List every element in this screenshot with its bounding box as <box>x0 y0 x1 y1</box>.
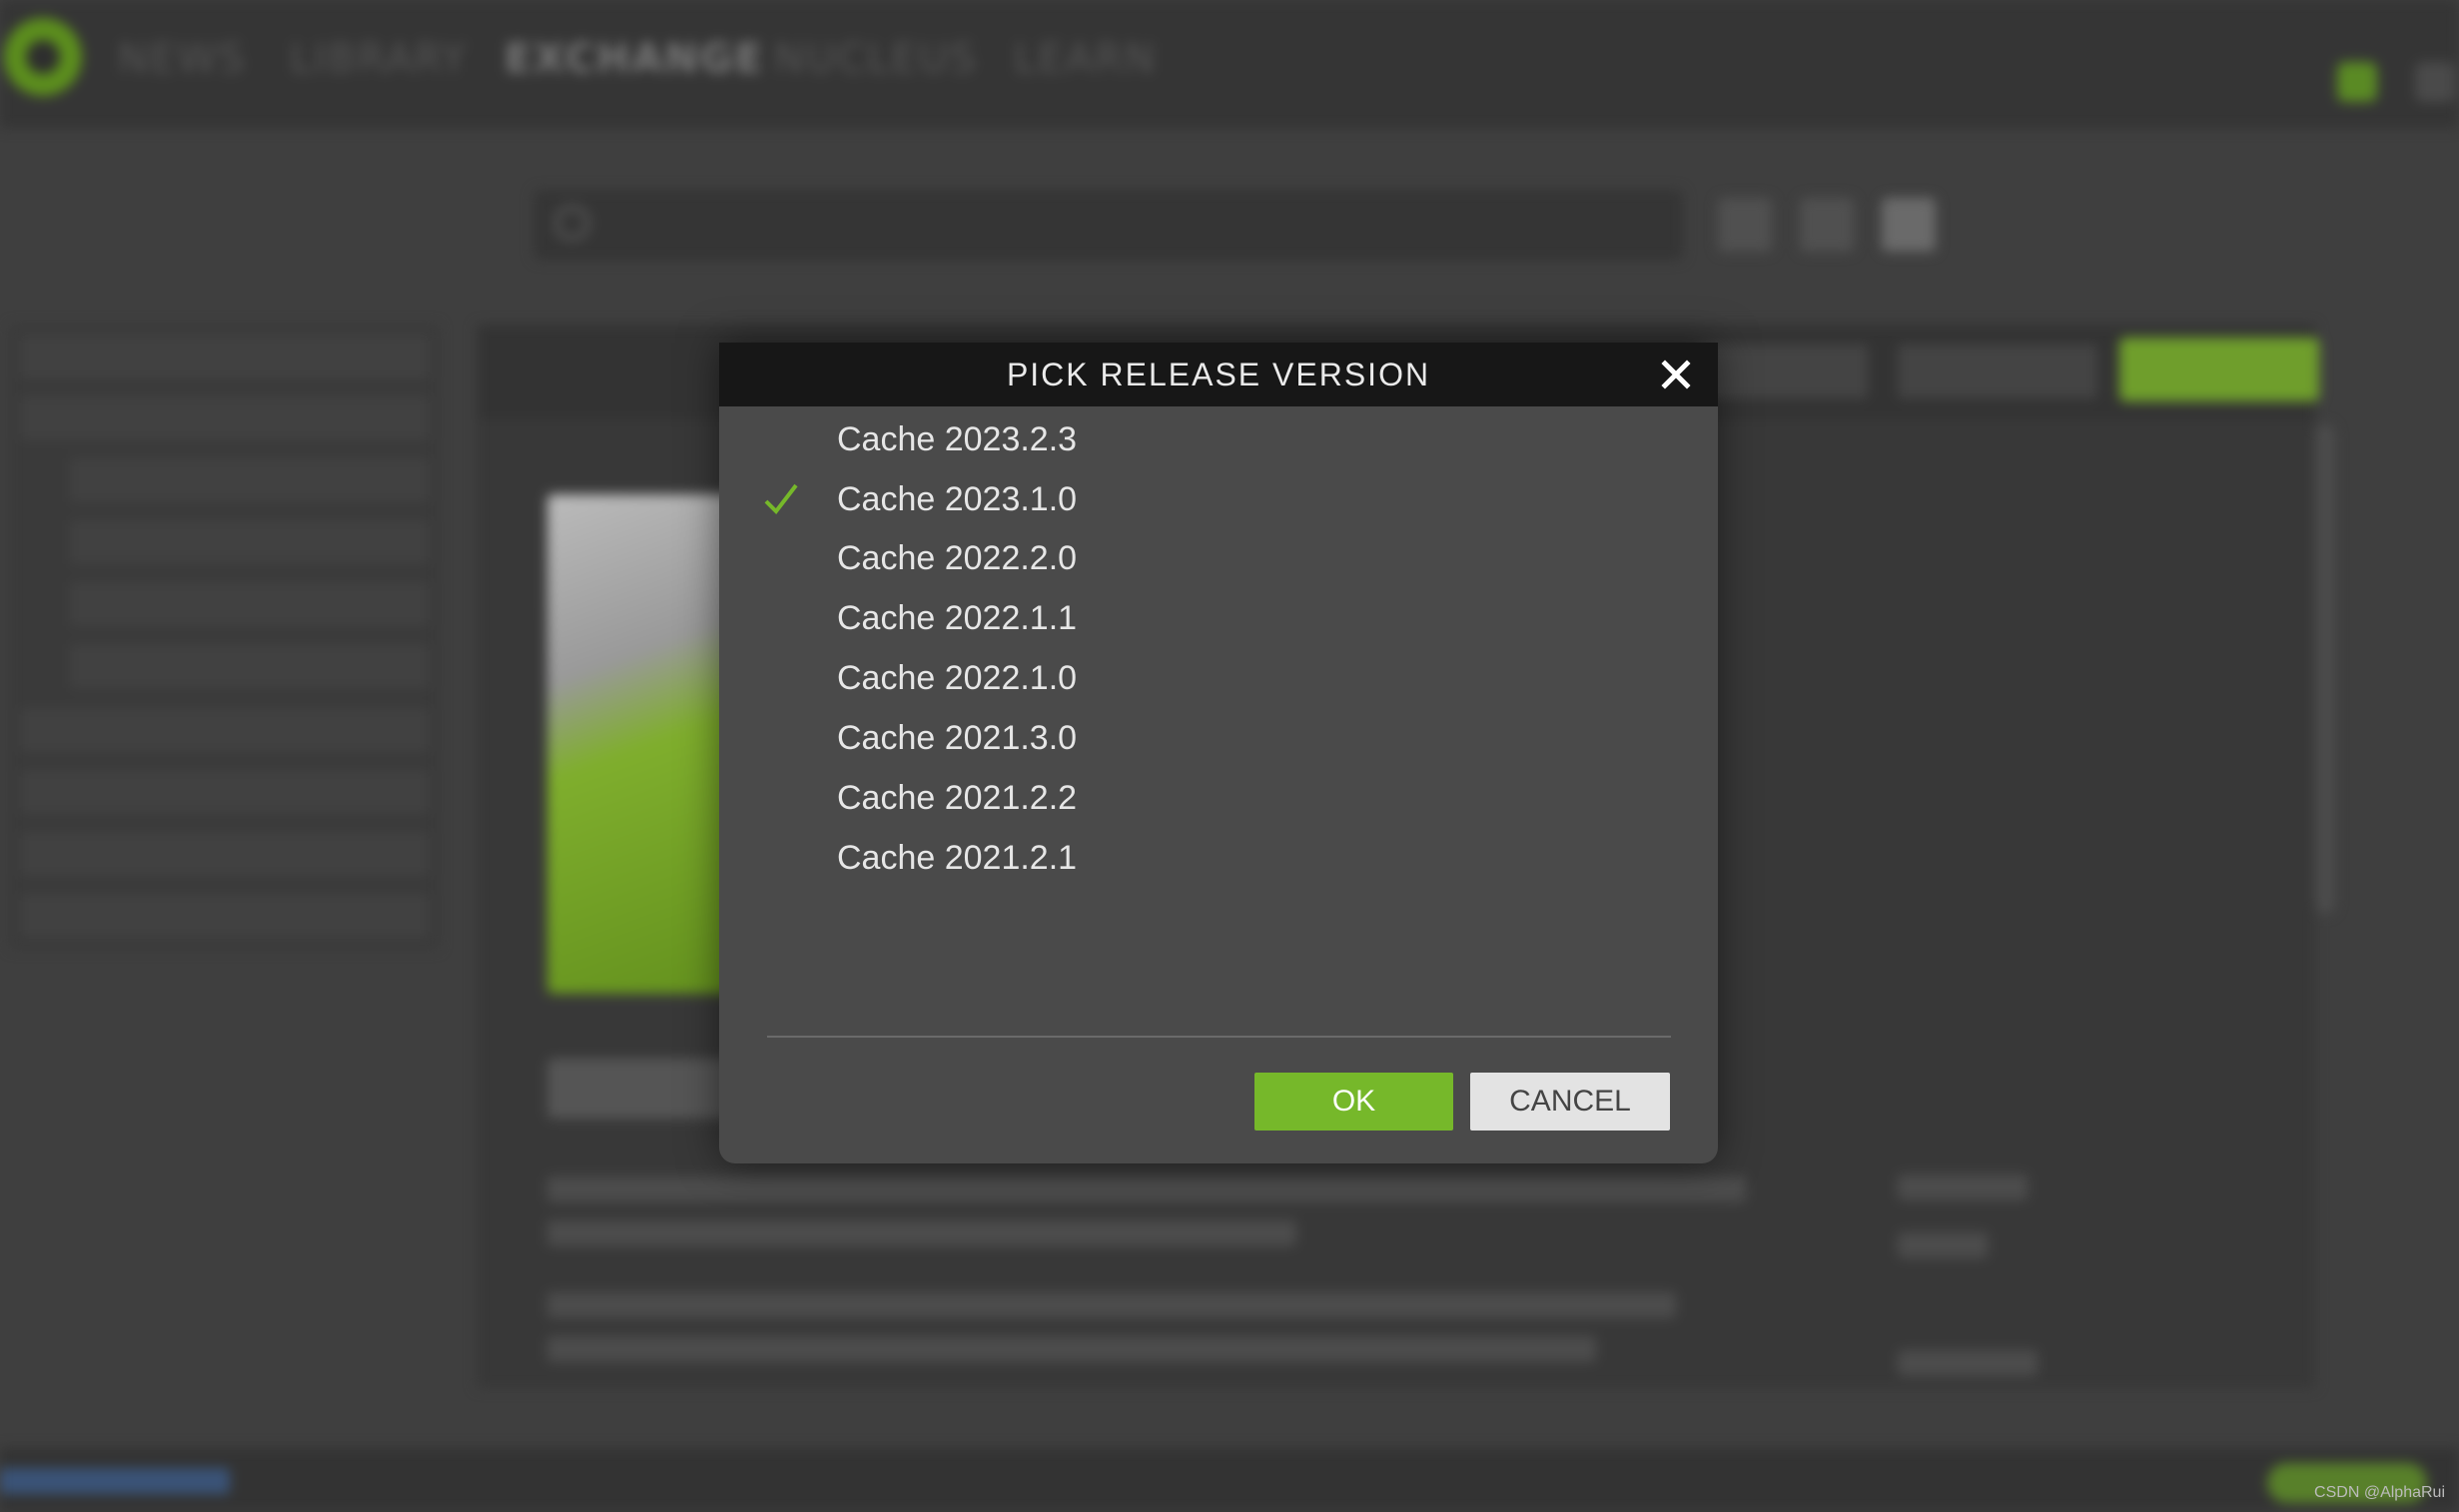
version-dropdown[interactable] <box>1898 345 2097 398</box>
dialog-title: PICK RELEASE VERSION <box>1006 357 1431 392</box>
nav-library[interactable]: LIBRARY <box>290 36 468 86</box>
list-view-icon[interactable] <box>1800 198 1854 252</box>
app-logo <box>4 18 82 96</box>
sidebar-item[interactable] <box>20 708 429 752</box>
nav-learn[interactable]: LEARN <box>1014 36 1157 86</box>
grid-view-icon[interactable] <box>1882 198 1936 252</box>
meta-line <box>1898 1350 2038 1376</box>
version-label: Cache 2023.2.3 <box>837 420 1078 458</box>
version-label: Cache 2022.1.1 <box>837 599 1078 637</box>
sidebar-item[interactable] <box>20 396 429 440</box>
sidebar-item[interactable] <box>20 335 429 378</box>
version-item[interactable]: Cache 2021.2.1 <box>759 830 1658 886</box>
cancel-button[interactable]: CANCEL <box>1470 1073 1670 1131</box>
dialog-header: PICK RELEASE VERSION <box>719 343 1718 406</box>
checkmark-icon <box>759 477 803 521</box>
nav-nucleus[interactable]: NUCLEUS <box>774 36 977 86</box>
status-icon[interactable] <box>2337 62 2377 102</box>
ok-button[interactable]: OK <box>1254 1073 1453 1131</box>
category-sidebar <box>10 325 439 949</box>
version-label: Cache 2021.2.2 <box>837 779 1078 817</box>
description-line <box>547 1292 1676 1318</box>
sidebar-item[interactable] <box>70 582 429 626</box>
version-item[interactable]: Cache 2021.3.0 <box>759 710 1658 766</box>
sidebar-item[interactable] <box>70 644 429 688</box>
description-line <box>547 1220 1296 1246</box>
search-icon <box>554 205 590 241</box>
dialog-divider <box>767 1036 1671 1038</box>
scrollbar[interactable] <box>2315 424 2335 914</box>
top-navigation-bar: NEWS LIBRARY EXCHANGE NUCLEUS LEARN <box>0 0 2459 128</box>
version-label: Cache 2022.2.0 <box>837 539 1078 577</box>
release-dropdown[interactable] <box>1698 345 1868 398</box>
version-item[interactable]: Cache 2021.2.2 <box>759 770 1658 826</box>
sidebar-item[interactable] <box>20 894 429 938</box>
install-button[interactable] <box>2119 338 2319 401</box>
close-icon[interactable] <box>1656 355 1696 394</box>
version-item[interactable]: Cache 2022.2.0 <box>759 530 1658 586</box>
version-label: Cache 2021.2.1 <box>837 839 1078 877</box>
description-line <box>547 1336 1596 1362</box>
version-label: Cache 2021.3.0 <box>837 719 1078 757</box>
meta-line <box>1898 1232 1988 1258</box>
sidebar-item[interactable] <box>70 458 429 502</box>
sidebar-item[interactable] <box>70 520 429 564</box>
bottom-bar <box>0 1448 2459 1512</box>
version-item[interactable]: Cache 2022.1.0 <box>759 650 1658 706</box>
pick-release-version-dialog: PICK RELEASE VERSION Cache 2023.2.3 Cach… <box>719 343 1718 1163</box>
description-line <box>547 1176 1746 1202</box>
user-icon[interactable] <box>2415 62 2455 102</box>
version-item[interactable]: Cache 2022.1.1 <box>759 590 1658 646</box>
nav-news[interactable]: NEWS <box>118 36 246 86</box>
meta-line <box>1898 1174 2028 1200</box>
watermark: CSDN @AlphaRui <box>2314 1484 2445 1501</box>
search-input[interactable] <box>534 190 1683 260</box>
version-label: Cache 2022.1.0 <box>837 659 1078 697</box>
sidebar-item[interactable] <box>20 770 429 814</box>
sidebar-item[interactable] <box>20 832 429 876</box>
filter-icon[interactable] <box>1718 198 1772 252</box>
version-label: Cache 2023.1.0 <box>837 480 1078 518</box>
nav-exchange[interactable]: EXCHANGE <box>504 36 764 86</box>
version-item-selected[interactable]: Cache 2023.1.0 <box>759 471 1658 527</box>
bottom-link[interactable] <box>0 1468 230 1494</box>
version-item[interactable]: Cache 2023.2.3 <box>759 411 1658 467</box>
